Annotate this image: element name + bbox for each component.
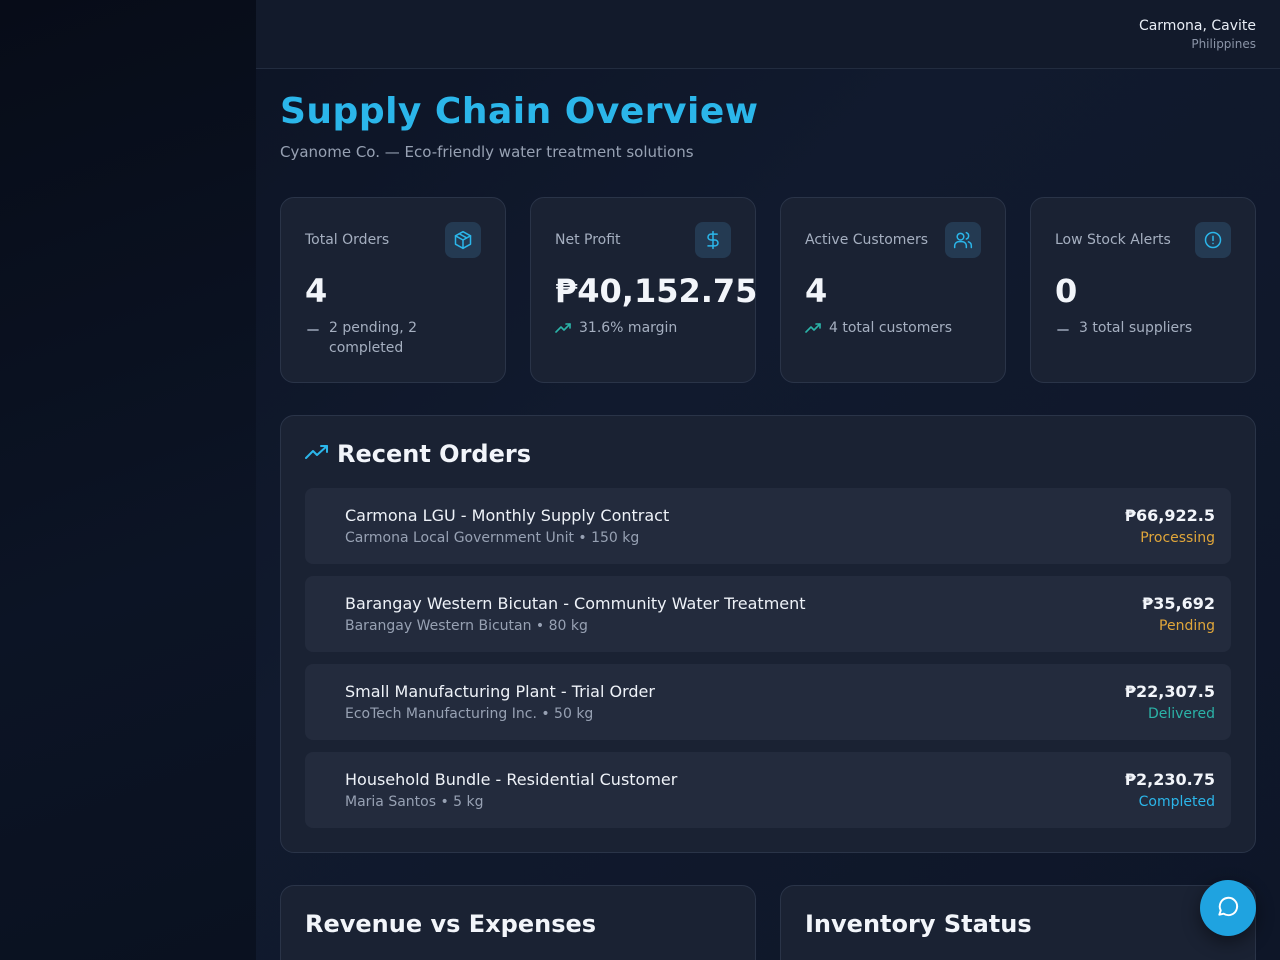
message-circle-icon [1215,893,1241,923]
alert-circle-icon [1195,222,1231,258]
stat-footnote: 2 pending, 2 completed [305,318,485,358]
location-display: Carmona, Cavite Philippines [1139,17,1256,52]
stat-label: Net Profit [555,232,621,248]
trending-up-icon [305,443,329,465]
dollar-icon [695,222,731,258]
order-name: Carmona LGU - Monthly Supply Contract [345,506,670,525]
order-status: Completed [1138,794,1215,810]
stat-value: ₱40,152.75 [555,272,758,310]
top-bar: Carmona, Cavite Philippines [256,0,1280,69]
stat-footnote-text: 4 total customers [829,320,953,336]
revenue-vs-expenses-card: Revenue vs Expenses [280,885,756,960]
minus-icon [305,318,321,338]
minus-icon [1055,318,1071,338]
recent-orders-panel: Recent Orders Carmona LGU - Monthly Supp… [280,415,1256,853]
stat-footnote-text: 31.6% margin [579,320,678,336]
order-meta: Maria Santos • 5 kg [345,794,484,810]
revenue-vs-expenses-title: Revenue vs Expenses [305,910,597,938]
stat-label: Active Customers [805,232,929,248]
location-city: Carmona, Cavite [1138,18,1256,34]
stat-footnote: 31.6% margin [555,318,735,338]
inventory-status-card: Inventory Status [780,885,1256,960]
order-row[interactable]: Household Bundle - Residential Customer … [305,752,1231,828]
order-meta: Carmona Local Government Unit • 150 kg [345,530,640,546]
stat-footnote-text: 3 total suppliers [1079,320,1193,336]
order-row[interactable]: Carmona LGU - Monthly Supply Contract Ca… [305,488,1231,564]
order-row[interactable]: Barangay Western Bicutan - Community Wat… [305,576,1231,652]
order-status: Pending [1159,618,1215,634]
stat-value: 0 [1055,272,1078,310]
stat-card-low-stock-alerts: Low Stock Alerts 0 3 total suppliers [1030,197,1256,383]
order-meta: EcoTech Manufacturing Inc. • 50 kg [345,706,594,722]
stat-card-net-profit: Net Profit ₱40,152.75 31.6% margin [530,197,758,383]
chat-button[interactable] [1200,880,1256,936]
stat-footnote: 4 total customers [805,318,985,338]
stat-card-total-orders: Total Orders 4 2 pending, 2 completed [280,197,506,383]
stat-card-active-customers: Active Customers 4 4 total customers [780,197,1006,383]
stat-footnote: 3 total suppliers [1055,318,1235,338]
stat-footnote-text: 2 pending, 2 completed [329,320,418,356]
inventory-status-title: Inventory Status [805,910,1032,938]
order-name: Barangay Western Bicutan - Community Wat… [345,594,806,613]
order-name: Household Bundle - Residential Customer [345,770,678,789]
order-meta: Barangay Western Bicutan • 80 kg [345,618,588,634]
users-icon [945,222,981,258]
stat-value: 4 [805,272,828,310]
page-subtitle: Cyanome Co. — Eco-friendly water treatme… [280,143,694,161]
stats-row: Total Orders 4 2 pending, 2 completed Ne… [280,197,1256,383]
order-amount: ₱35,692 [1142,594,1215,613]
stat-label: Low Stock Alerts [1055,232,1171,248]
order-row[interactable]: Small Manufacturing Plant - Trial Order … [305,664,1231,740]
page-title: Supply Chain Overview [280,91,759,132]
order-amount: ₱22,307.5 [1124,682,1215,701]
trending-up-icon [555,318,571,338]
order-amount: ₱2,230.75 [1124,770,1215,789]
order-name: Small Manufacturing Plant - Trial Order [345,682,655,701]
location-country: Philippines [1191,37,1256,51]
recent-orders-title: Recent Orders [337,440,531,468]
order-amount: ₱66,922.5 [1124,506,1215,525]
stat-label: Total Orders [305,232,390,248]
package-icon [445,222,481,258]
order-status: Delivered [1147,706,1215,722]
recent-orders-header: Recent Orders [305,440,531,468]
stat-value: 4 [305,272,328,310]
trending-up-icon [805,318,821,338]
order-status: Processing [1140,530,1215,546]
sidebar [0,0,256,960]
